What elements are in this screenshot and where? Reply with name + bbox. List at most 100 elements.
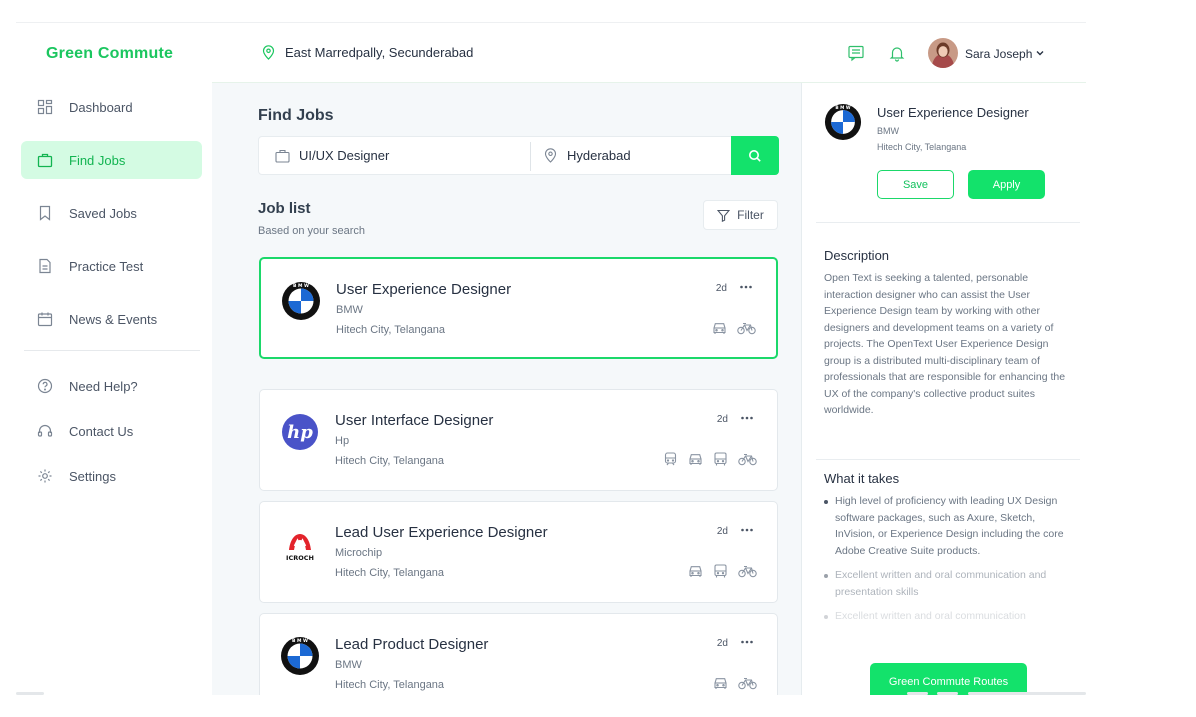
current-location[interactable]: East Marredpally, Secunderabad: [262, 45, 473, 60]
job-search-panel: Find Jobs UI/UX Designer Hyderabad Job l…: [212, 83, 801, 695]
search-divider: [530, 142, 531, 171]
sidebar-item-label: Saved Jobs: [69, 205, 137, 221]
job-title: Lead Product Designer: [335, 636, 489, 653]
job-location: Hitech City, Telangana: [335, 567, 445, 579]
user-name[interactable]: Sara Joseph: [965, 47, 1032, 61]
job-card[interactable]: hp User Interface Designer Hp Hitech Cit…: [259, 389, 778, 491]
commute-modes: [713, 676, 757, 690]
detail-divider: [816, 222, 1080, 223]
job-location: Hitech City, Telangana: [336, 324, 446, 336]
detail-divider: [816, 459, 1080, 460]
gear-icon: [38, 469, 52, 483]
sidebar-item-find-jobs[interactable]: Find Jobs: [21, 141, 202, 179]
job-list-subtitle: Based on your search: [258, 225, 366, 237]
bmw-logo: B M W: [282, 282, 320, 320]
svg-text:B M W: B M W: [293, 283, 309, 289]
job-title: User Experience Designer: [336, 281, 512, 298]
car-icon: [689, 566, 702, 577]
svg-text:hp: hp: [287, 422, 313, 443]
commute-modes: [663, 452, 757, 466]
top-header: East Marredpally, Secunderabad Sara Jose…: [212, 23, 1086, 83]
filter-icon: [717, 209, 731, 222]
chevron-down-icon[interactable]: [1035, 48, 1045, 58]
green-commute-routes-button[interactable]: Green Commute Routes: [870, 663, 1027, 695]
detail-job-title: User Experience Designer: [877, 105, 1029, 120]
bmw-logo: B M W: [281, 637, 319, 675]
more-options-icon[interactable]: [739, 281, 753, 293]
job-company: BMW: [336, 304, 363, 316]
job-company: Hp: [335, 435, 350, 447]
bike-icon: [738, 453, 757, 466]
location-search-field[interactable]: Hyderabad: [544, 137, 724, 174]
location-pin-icon: [544, 148, 557, 163]
calendar-icon: [37, 312, 53, 327]
brand-logo[interactable]: Green Commute: [46, 45, 173, 63]
job-list-title: Job list: [258, 200, 311, 217]
sidebar-item-label: Need Help?: [69, 378, 138, 394]
search-button[interactable]: [731, 136, 779, 175]
sidebar-item-news-events[interactable]: News & Events: [21, 300, 202, 338]
sidebar-item-practice-test[interactable]: Practice Test: [21, 247, 202, 285]
sidebar-item-contact-us[interactable]: Contact Us: [21, 412, 202, 450]
briefcase-icon: [37, 153, 53, 168]
bmw-logo: B M W: [824, 103, 862, 141]
more-options-icon[interactable]: [740, 524, 754, 536]
car-icon: [689, 454, 702, 465]
scrollbar[interactable]: [937, 692, 958, 695]
job-location: Hitech City, Telangana: [335, 455, 445, 467]
list-item: High level of proficiency with leading U…: [824, 493, 1074, 559]
job-card[interactable]: B M W User Experience Designer BMW Hitec…: [259, 257, 778, 359]
location-text: East Marredpally, Secunderabad: [285, 45, 474, 60]
bike-icon: [737, 322, 756, 335]
requirements-heading: What it takes: [824, 471, 900, 486]
sidebar-item-label: Settings: [69, 468, 116, 484]
filter-label: Filter: [737, 208, 764, 222]
scrollbar[interactable]: [907, 692, 928, 695]
job-detail-panel: B M W User Experience Designer BMW Hitec…: [801, 83, 1086, 695]
location-pin-icon: [262, 45, 275, 60]
user-avatar[interactable]: [928, 38, 958, 68]
sidebar-item-dashboard[interactable]: Dashboard: [21, 88, 202, 126]
job-posted-age: 2d: [716, 638, 728, 649]
message-icon[interactable]: [847, 44, 865, 62]
bell-icon[interactable]: [888, 44, 906, 62]
microchip-logo: ICROCH: [286, 534, 314, 562]
scrollbar[interactable]: [968, 692, 1086, 695]
role-search-field[interactable]: UI/UX Designer: [275, 137, 525, 174]
page-title: Find Jobs: [258, 107, 334, 124]
help-icon: [37, 378, 53, 394]
train-icon: [664, 452, 677, 466]
svg-text:B M W: B M W: [292, 638, 308, 644]
sidebar-item-label: Dashboard: [69, 99, 133, 115]
list-item: Excellent written and oral communication…: [824, 567, 1074, 600]
description-heading: Description: [824, 248, 890, 263]
role-search-value: UI/UX Designer: [299, 148, 390, 163]
sidebar-item-saved-jobs[interactable]: Saved Jobs: [21, 194, 202, 232]
sidebar-item-label: Contact Us: [69, 423, 134, 439]
job-card[interactable]: ICROCH Lead User Experience Designer Mic…: [259, 501, 778, 603]
commute-modes: [688, 564, 757, 578]
sidebar-item-need-help[interactable]: Need Help?: [21, 367, 202, 405]
filter-button[interactable]: Filter: [703, 200, 778, 230]
location-search-value: Hyderabad: [567, 148, 631, 163]
bike-icon: [738, 677, 757, 690]
sidebar: Green Commute Dashboard Find Jobs Saved …: [16, 23, 212, 695]
job-card[interactable]: B M W Lead Product Designer BMW Hitech C…: [259, 613, 778, 695]
more-options-icon[interactable]: [740, 636, 754, 648]
sidebar-item-settings[interactable]: Settings: [21, 457, 202, 495]
save-button[interactable]: Save: [877, 170, 954, 199]
sidebar-item-label: Find Jobs: [69, 152, 126, 168]
job-location: Hitech City, Telangana: [335, 679, 445, 691]
bookmark-icon: [39, 205, 51, 221]
more-options-icon[interactable]: [740, 412, 754, 424]
sidebar-divider: [24, 350, 200, 351]
headset-icon: [37, 424, 53, 437]
scrollbar[interactable]: [16, 692, 44, 695]
car-icon: [714, 678, 727, 689]
apply-button[interactable]: Apply: [968, 170, 1045, 199]
sidebar-item-label: Practice Test: [69, 258, 144, 274]
job-posted-age: 2d: [716, 526, 728, 537]
microchip-logo-text: ICROCH: [286, 554, 314, 562]
sidebar-item-label: News & Events: [69, 311, 158, 327]
svg-text:B M W: B M W: [835, 105, 850, 111]
